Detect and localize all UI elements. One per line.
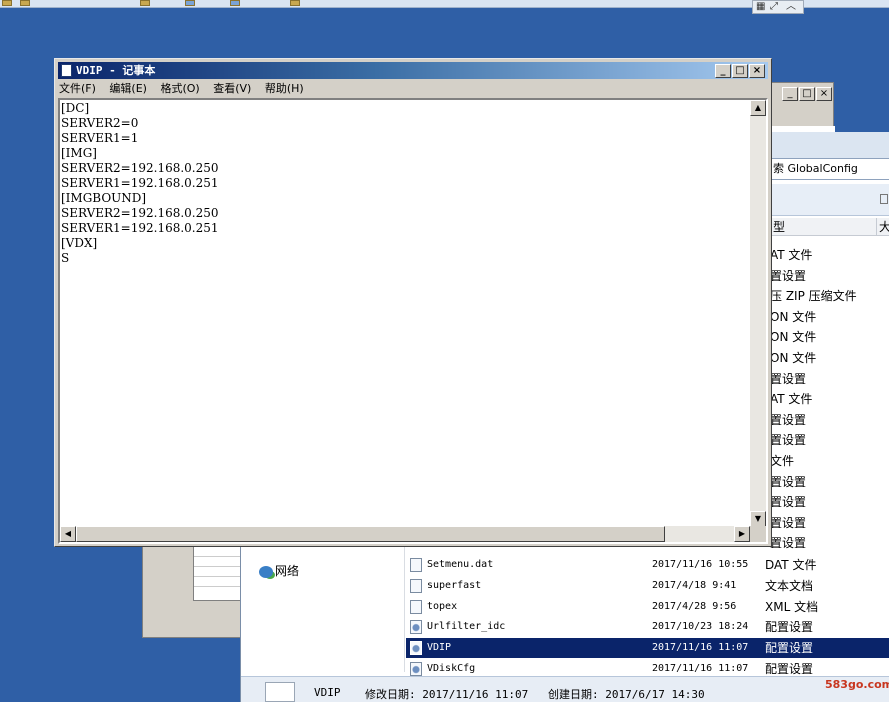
close-button[interactable]: × bbox=[816, 87, 832, 101]
scroll-left-button[interactable]: ◀ bbox=[60, 526, 76, 542]
detail-created: 创建日期: 2017/6/17 14:30 bbox=[548, 688, 705, 701]
file-icon bbox=[410, 558, 422, 572]
expand-icon[interactable]: ⤢ bbox=[770, 1, 778, 13]
watermark: 583go.com bbox=[825, 678, 889, 691]
menu-help[interactable]: 帮助(H) bbox=[265, 82, 304, 95]
vertical-scrollbar[interactable]: ▲ ▼ bbox=[750, 100, 766, 527]
search-input[interactable]: 索 GlobalConfig bbox=[769, 158, 889, 180]
menu-format[interactable]: 格式(O) bbox=[160, 82, 199, 95]
file-name: VDIP bbox=[427, 642, 452, 654]
menu-file[interactable]: 文件(F) bbox=[59, 82, 96, 95]
pane-divider[interactable] bbox=[404, 547, 405, 672]
file-date: 2017/10/23 18:24 bbox=[652, 621, 749, 633]
quicklaunch-icon[interactable] bbox=[230, 0, 240, 6]
file-type: 配置设置 bbox=[765, 641, 814, 656]
scroll-up-button[interactable]: ▲ bbox=[750, 100, 766, 116]
close-button[interactable]: × bbox=[749, 64, 765, 78]
notepad-window: VDIP - 记事本 _ □ × 文件(F) 编辑(E) 格式(O) 查看(V)… bbox=[54, 58, 772, 547]
config-icon bbox=[410, 641, 422, 656]
file-row[interactable]: VDIP 2017/11/16 11:07 配置设置 bbox=[406, 638, 889, 659]
file-name: topex bbox=[427, 600, 458, 612]
xml-icon bbox=[410, 599, 422, 614]
scroll-down-button[interactable]: ▼ bbox=[750, 511, 766, 527]
scroll-right-button[interactable]: ▶ bbox=[734, 526, 750, 542]
editor-content[interactable]: [DC] SERVER2=0 SERVER1=1 [IMG] SERVER2=1… bbox=[61, 101, 751, 528]
file-type-cell: ON 文件 bbox=[770, 351, 817, 365]
column-size[interactable]: 大 bbox=[879, 218, 889, 236]
notepad-icon bbox=[61, 64, 72, 77]
menu-view[interactable]: 查看(V) bbox=[213, 82, 251, 95]
view-icon[interactable] bbox=[880, 194, 888, 204]
file-type: XML 文档 bbox=[765, 599, 819, 614]
system-tray: ▦ ⤢ ︿ bbox=[752, 0, 804, 14]
quicklaunch-icon[interactable] bbox=[2, 0, 12, 6]
file-name: Setmenu.dat bbox=[427, 559, 494, 570]
quicklaunch-icon[interactable] bbox=[140, 0, 150, 6]
file-type-cell: 置设置 bbox=[770, 268, 807, 283]
file-date: 2017/11/16 10:55 bbox=[652, 559, 749, 570]
file-date: 2017/11/16 11:07 bbox=[652, 642, 749, 654]
quicklaunch-icon[interactable] bbox=[185, 0, 195, 6]
background-window-panel bbox=[193, 546, 243, 601]
file-type: 配置设置 bbox=[765, 620, 814, 635]
menu-bar: 文件(F) 编辑(E) 格式(O) 查看(V) 帮助(H) bbox=[59, 81, 314, 97]
file-type: 文本文档 bbox=[765, 578, 814, 593]
file-type: DAT 文件 bbox=[765, 558, 817, 572]
resize-grip-icon[interactable] bbox=[750, 526, 766, 542]
file-type-cell: ON 文件 bbox=[770, 309, 817, 324]
file-name: Urlfilter_idc bbox=[427, 621, 506, 633]
window-title: VDIP - 记事本 bbox=[76, 64, 156, 77]
file-type-cell: 置设置 bbox=[770, 433, 807, 448]
file-type-cell: 文件 bbox=[770, 454, 795, 468]
file-row[interactable]: Setmenu.dat 2017/11/16 10:55 DAT 文件 bbox=[406, 555, 889, 575]
file-type-cell: 压 ZIP 压缩文件 bbox=[770, 289, 857, 304]
column-type[interactable]: 型 bbox=[773, 218, 785, 236]
file-thumbnail-icon bbox=[265, 682, 295, 702]
file-row[interactable]: superfast 2017/4/18 9:41 文本文档 bbox=[406, 576, 889, 596]
window-controls: _ □ × bbox=[714, 64, 765, 78]
maximize-button[interactable]: □ bbox=[732, 64, 748, 78]
nav-label: 网络 bbox=[275, 564, 300, 578]
file-type-cell: 置设置 bbox=[770, 371, 807, 386]
file-icon bbox=[410, 578, 422, 593]
explorer-toolbar bbox=[769, 184, 889, 216]
minimize-button[interactable]: _ bbox=[782, 87, 798, 101]
file-date: 2017/4/28 9:56 bbox=[652, 600, 737, 612]
file-name: superfast bbox=[427, 579, 482, 591]
details-pane: VDIP 修改日期: 2017/11/16 11:07 创建日期: 2017/6… bbox=[241, 676, 889, 702]
file-type-cell: AT 文件 bbox=[770, 248, 813, 262]
quicklaunch-icon[interactable] bbox=[290, 0, 300, 6]
chevron-up-icon[interactable]: ︿ bbox=[786, 1, 796, 13]
column-divider[interactable] bbox=[876, 218, 877, 236]
detail-modified: 修改日期: 2017/11/16 11:07 bbox=[365, 688, 529, 701]
horizontal-scroll-thumb[interactable] bbox=[76, 526, 665, 542]
config-icon bbox=[410, 662, 422, 676]
quicklaunch-icon[interactable] bbox=[20, 0, 30, 6]
text-editor[interactable]: [DC] SERVER2=0 SERVER1=1 [IMG] SERVER2=1… bbox=[58, 98, 768, 544]
file-date: 2017/4/18 9:41 bbox=[652, 579, 737, 591]
minimize-button[interactable]: _ bbox=[715, 64, 731, 78]
file-type-cell: 置设置 bbox=[770, 495, 807, 510]
title-bar[interactable]: VDIP - 记事本 _ □ × bbox=[58, 62, 768, 79]
file-type-cell: AT 文件 bbox=[770, 392, 813, 407]
maximize-button[interactable]: □ bbox=[799, 87, 815, 101]
detail-filename: VDIP bbox=[314, 686, 341, 699]
config-icon bbox=[410, 620, 422, 635]
file-row[interactable]: Urlfilter_idc 2017/10/23 18:24 配置设置 bbox=[406, 617, 889, 637]
file-type-cell: 置设置 bbox=[770, 412, 807, 427]
background-window-controls: _ □ × bbox=[781, 87, 832, 101]
file-row[interactable]: topex 2017/4/28 9:56 XML 文档 bbox=[406, 597, 889, 617]
horizontal-scrollbar[interactable]: ◀ ▶ bbox=[60, 526, 750, 542]
menu-edit[interactable]: 编辑(E) bbox=[109, 82, 147, 95]
file-type-cell: 置设置 bbox=[770, 536, 807, 551]
column-headers: 型 大 bbox=[769, 218, 889, 236]
file-type-cell: 置设置 bbox=[770, 515, 807, 530]
network-icon bbox=[259, 565, 273, 578]
nav-item-network[interactable]: 网络 bbox=[259, 562, 299, 579]
file-type-cell: ON 文件 bbox=[770, 330, 817, 345]
grid-icon[interactable]: ▦ bbox=[756, 1, 765, 13]
file-type-cell: 置设置 bbox=[770, 474, 807, 489]
